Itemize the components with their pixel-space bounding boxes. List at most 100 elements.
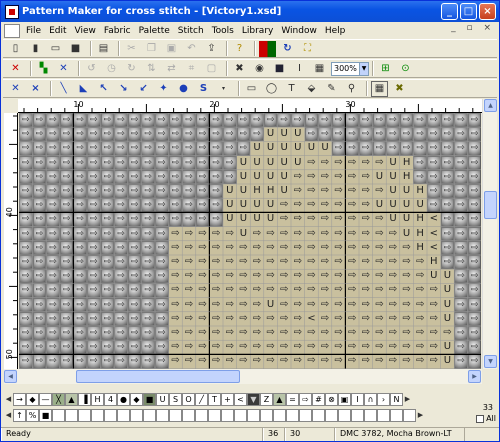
stitch-cell[interactable]: ⇨ (250, 255, 264, 270)
stitch-cell[interactable]: ⇨ (236, 113, 251, 128)
palette-empty-slot[interactable] (325, 409, 338, 422)
stitch-cell[interactable]: ⇨ (209, 354, 223, 369)
stitch-cell[interactable]: ⇨ (331, 141, 346, 156)
stitch-cell[interactable]: ⇨ (345, 311, 359, 326)
stitch-cell[interactable]: ⇨ (440, 184, 455, 199)
palette-swatch[interactable]: ∩ (364, 393, 377, 406)
stitch-cell[interactable]: ⇨ (467, 113, 481, 128)
stitch-cell[interactable]: ⇨ (223, 354, 237, 369)
stitch-cell[interactable]: ⇨ (345, 283, 359, 298)
stitch-cell[interactable]: U (440, 340, 455, 355)
stitch-cell[interactable]: U (277, 141, 291, 156)
stitch-cell[interactable]: ⇨ (223, 127, 237, 142)
stitch-cell[interactable]: ⇨ (209, 212, 223, 227)
stitch-cell[interactable]: ⇨ (331, 127, 346, 142)
stitch-cell[interactable]: ⇨ (155, 354, 169, 369)
stitch-cell[interactable]: ⇨ (372, 326, 387, 341)
stitch-cell[interactable]: ⇨ (454, 113, 468, 128)
zoom-select[interactable]: 300% ▼ (331, 61, 369, 76)
stitch-cell[interactable]: ⇨ (440, 226, 455, 241)
stitch-cell[interactable]: ⇨ (359, 269, 373, 284)
stitch-cell[interactable]: ⇨ (100, 127, 115, 142)
stitch-cell[interactable]: ⇨ (250, 297, 264, 312)
bead-icon[interactable]: ● (175, 81, 192, 97)
stitch-cell[interactable]: ⇨ (59, 240, 74, 255)
stitch-cell[interactable]: ⇨ (345, 297, 359, 312)
stitch-cell[interactable]: ⇨ (454, 198, 468, 213)
undo-icon[interactable]: ↶ (183, 41, 200, 57)
vertical-scroll-thumb[interactable] (484, 191, 497, 219)
stitch-cell[interactable]: ⇨ (223, 340, 237, 355)
stitch-cell[interactable]: ⇨ (168, 212, 183, 227)
stitch-cell[interactable]: ⇨ (46, 326, 60, 341)
stitch-cell[interactable]: ⇨ (19, 155, 33, 170)
stitch-cell[interactable]: ⇨ (372, 212, 387, 227)
palette-empty-slot[interactable] (104, 409, 117, 422)
stitch-cell[interactable]: ⇨ (59, 169, 74, 184)
stitch-cell[interactable]: ⇨ (155, 297, 169, 312)
stitch-cell[interactable]: U (440, 354, 455, 369)
stitch-cell[interactable]: U (223, 212, 237, 227)
stitch-cell[interactable]: ⇨ (32, 184, 47, 199)
stitch-cell[interactable]: ⇨ (73, 141, 87, 156)
stitch-cell[interactable]: ⇨ (454, 297, 468, 312)
stitch-cell[interactable]: ⇨ (291, 169, 305, 184)
stitch-cell[interactable]: ⇨ (236, 326, 251, 341)
stitch-cell[interactable]: ⇨ (467, 340, 481, 355)
stitch-cell[interactable]: ⇨ (168, 155, 183, 170)
palette-next-icon[interactable]: ▶ (416, 409, 425, 422)
stitch-cell[interactable]: ⇨ (318, 297, 332, 312)
stitch-cell[interactable]: ⇨ (155, 226, 169, 241)
stitch-cell[interactable]: ⇨ (141, 283, 155, 298)
stitch-cell[interactable]: ⇨ (182, 340, 196, 355)
stitch-cell[interactable]: ⇨ (209, 155, 223, 170)
stitch-cell[interactable]: ⇨ (46, 155, 60, 170)
stitch-cell[interactable]: ⇨ (155, 184, 169, 199)
stitch-cell[interactable]: U (386, 184, 400, 199)
stitch-cell[interactable]: ⇨ (427, 155, 441, 170)
stitch-cell[interactable]: ⇨ (87, 198, 101, 213)
stitch-cell[interactable]: ⇨ (209, 113, 223, 128)
stitch-cell[interactable]: U (263, 141, 278, 156)
eyedropper-icon[interactable]: ✎ (323, 81, 340, 97)
stitch-cell[interactable]: ⇨ (263, 311, 278, 326)
stitch-cell[interactable]: ⇨ (155, 326, 169, 341)
palette-empty-slot[interactable] (195, 409, 208, 422)
stitch-cell[interactable]: ⇨ (304, 326, 319, 341)
stitch-cell[interactable]: ⇨ (209, 269, 223, 284)
stitch-cell[interactable]: ⇨ (100, 283, 115, 298)
scroll-up-icon[interactable]: ▲ (484, 99, 497, 112)
stitch-cell[interactable]: U (236, 212, 251, 227)
stitch-cell[interactable]: ⇨ (155, 340, 169, 355)
stitch-cell[interactable]: ⇨ (291, 283, 305, 298)
stitch-cell[interactable]: ⇨ (114, 326, 128, 341)
lasso-select-icon[interactable]: ◯ (263, 81, 280, 97)
stitch-cell[interactable]: U (427, 269, 441, 284)
zoom-center-icon[interactable]: ⊙ (397, 61, 414, 77)
palette-empty-slot[interactable] (351, 409, 364, 422)
full-stitch-icon[interactable]: ✕ (7, 81, 24, 97)
stitch-cell[interactable]: ⇨ (73, 184, 87, 199)
stitch-cell[interactable]: ⇨ (277, 283, 291, 298)
stitch-cell[interactable]: ⇨ (467, 269, 481, 284)
stitch-cell[interactable]: ⇨ (318, 169, 332, 184)
stitch-cell[interactable]: ⇨ (182, 212, 196, 227)
stitch-cell[interactable]: ⇨ (195, 169, 210, 184)
stitch-cell[interactable]: ⇨ (32, 198, 47, 213)
stitch-cell[interactable]: U (223, 198, 237, 213)
stitch-cell[interactable]: ⇨ (359, 297, 373, 312)
palette-swatch[interactable]: ● (117, 393, 130, 406)
stitch-cell[interactable]: H (399, 155, 414, 170)
stitch-cell[interactable]: ⇨ (87, 326, 101, 341)
palette-swatch[interactable]: U (156, 393, 169, 406)
stitch-cell[interactable]: ⇨ (331, 212, 346, 227)
palette-empty-slot[interactable] (377, 409, 390, 422)
stitch-cell[interactable]: ⇨ (46, 240, 60, 255)
horizontal-scroll-thumb[interactable] (76, 370, 240, 383)
stitch-cell[interactable]: U (291, 141, 305, 156)
stitch-cell[interactable]: ⇨ (195, 240, 210, 255)
stitch-cell[interactable]: ⇨ (291, 326, 305, 341)
stitch-cell[interactable]: ⇨ (386, 141, 400, 156)
stitch-cell[interactable]: ⇨ (155, 255, 169, 270)
stitch-cell[interactable]: ⇨ (223, 141, 237, 156)
